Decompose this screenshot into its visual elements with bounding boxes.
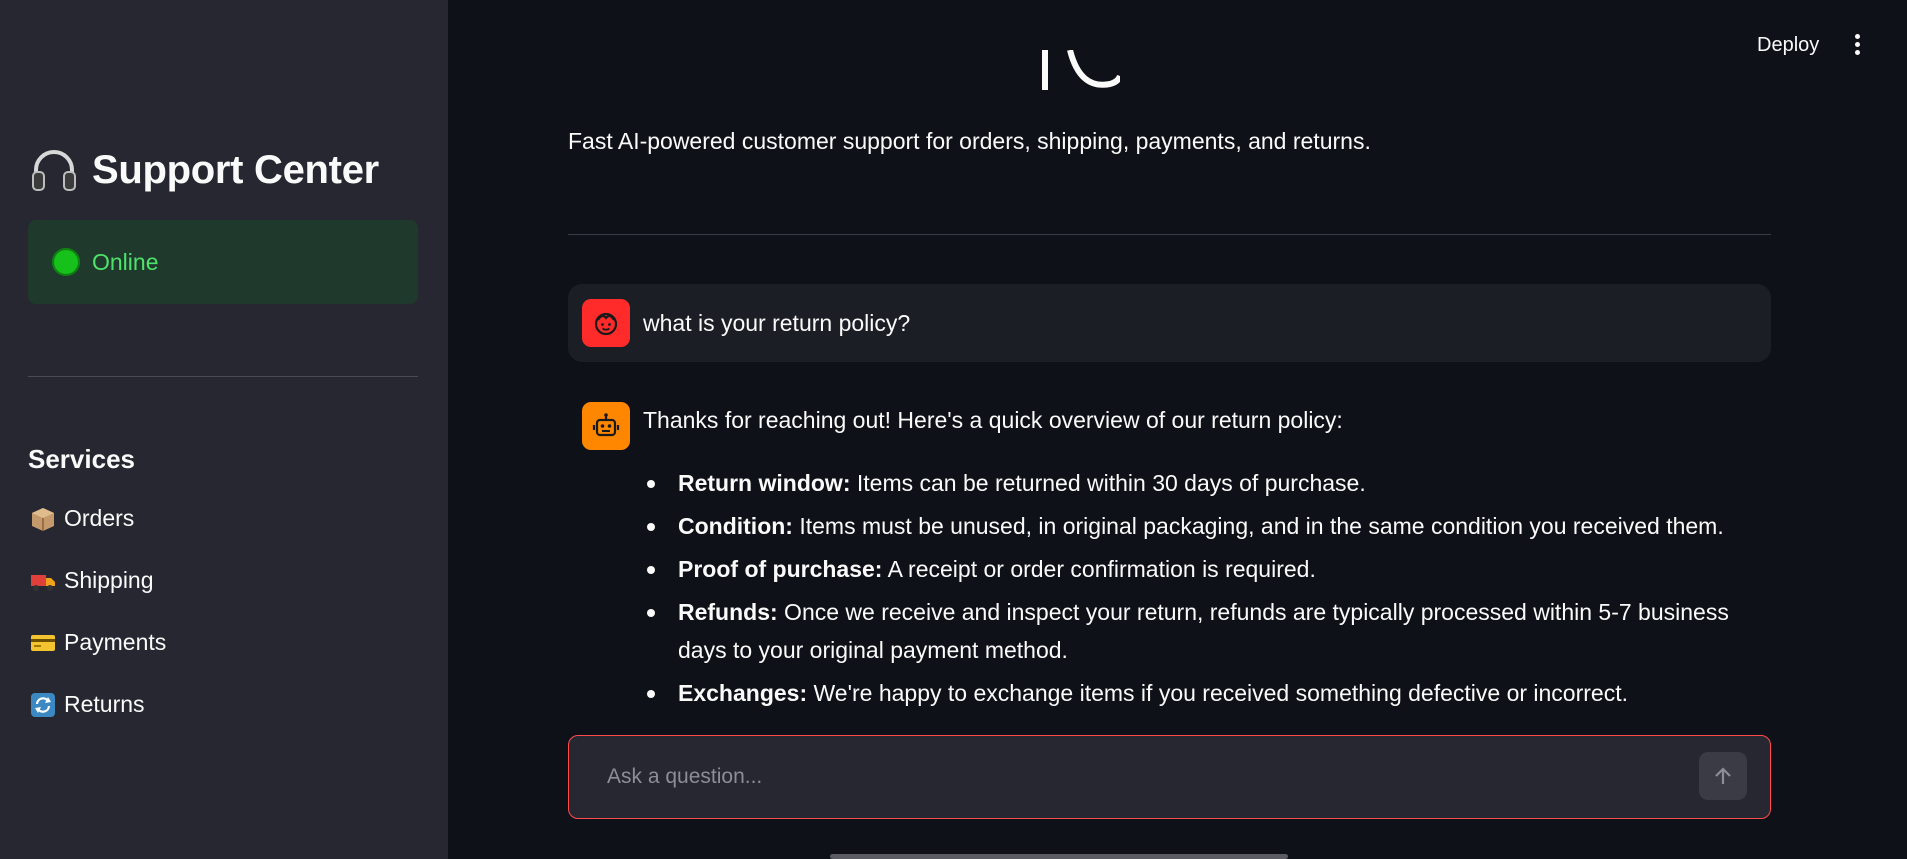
status-dot-icon [52,248,80,276]
user-message-text: what is your return policy? [643,310,911,336]
sidebar-title-text: Support Center [92,147,379,192]
sidebar-item-returns[interactable]: Returns [30,691,145,718]
status-indicator: Online [28,220,418,304]
list-item: Exchanges: We're happy to exchange items… [643,674,1763,712]
truck-icon [31,574,55,591]
package-icon [32,507,54,531]
user-avatar [582,299,630,347]
page-subtitle: Fast AI-powered customer support for ord… [568,128,1371,154]
horizontal-scrollbar[interactable] [830,854,1288,859]
assistant-message-intro: Thanks for reaching out! Here's a quick … [643,407,1343,433]
list-item: Refunds: Once we receive and inspect you… [643,593,1763,669]
sidebar-item-label: Shipping [64,567,154,593]
arrow-up-icon [1715,767,1731,784]
page-title-fragment [1042,50,1120,90]
user-message: what is your return policy? [568,284,1771,362]
assistant-message-list: Return window: Items can be returned wit… [643,464,1763,717]
list-item: Condition: Items must be unused, in orig… [643,507,1763,545]
sidebar-item-label: Payments [64,629,167,655]
services-heading: Services [28,444,135,474]
chat-input-container [568,735,1771,819]
send-button[interactable] [1699,752,1747,800]
sidebar-title: Support Center [28,144,379,196]
sidebar-item-orders[interactable]: Orders [30,505,134,532]
chat-input[interactable] [605,756,1629,798]
credit-card-icon [31,634,55,651]
sidebar-item-label: Returns [64,691,145,717]
sidebar: Support Center Online Services Orders Sh… [0,0,448,859]
list-item: Proof of purchase: A receipt or order co… [643,550,1763,588]
status-label: Online [92,248,159,275]
sidebar-divider [28,376,418,377]
deploy-button[interactable]: Deploy [1757,34,1819,57]
list-item: Return window: Items can be returned wit… [643,464,1763,502]
kebab-menu-icon[interactable] [1850,32,1864,60]
robot-icon [592,413,620,437]
refresh-icon [31,692,55,717]
main-divider [568,234,1771,235]
sidebar-item-payments[interactable]: Payments [30,629,166,656]
sidebar-item-shipping[interactable]: Shipping [30,567,154,594]
headphones-icon [32,150,76,191]
assistant-avatar [582,402,630,450]
user-face-icon [594,312,618,336]
sidebar-item-label: Orders [64,505,135,531]
